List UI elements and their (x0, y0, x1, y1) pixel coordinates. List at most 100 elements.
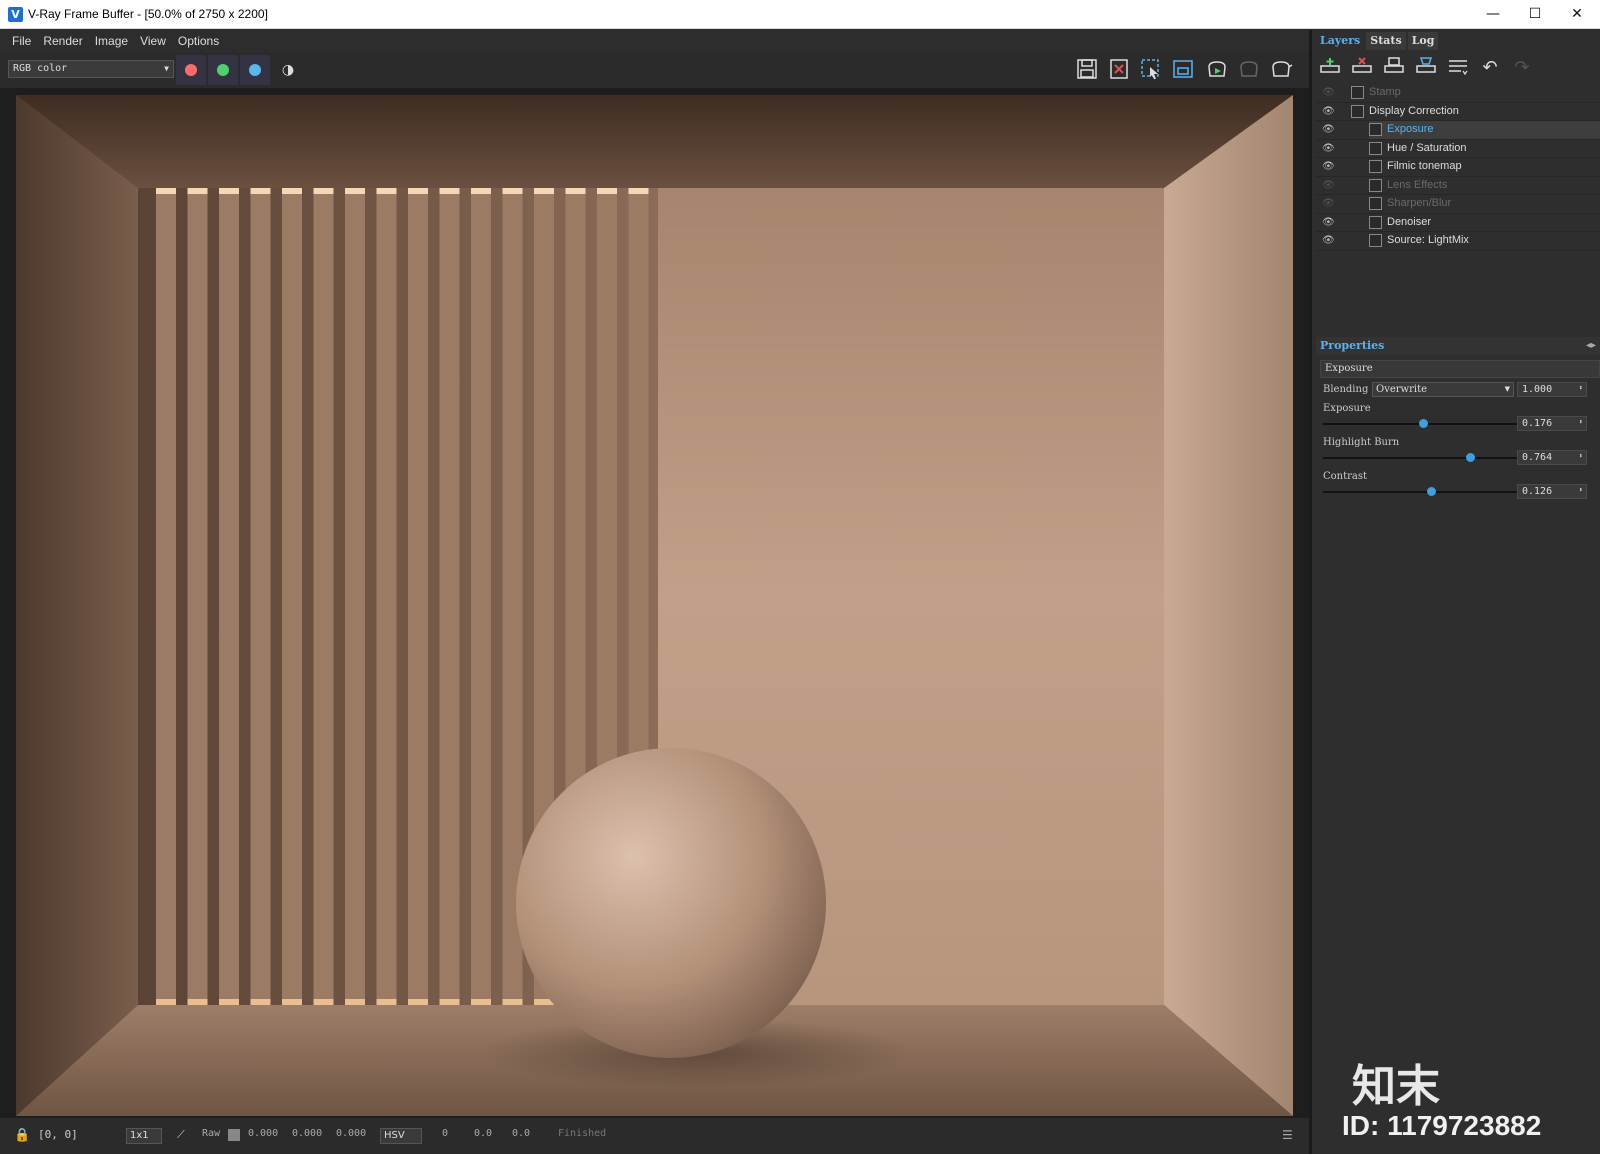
undo-icon[interactable]: ↶ (1478, 56, 1502, 80)
region-render-icon[interactable] (1139, 58, 1163, 82)
tab-layers[interactable]: Layers (1316, 32, 1365, 50)
sharpen-blur-icon (1369, 197, 1382, 210)
clear-image-icon[interactable] (1107, 58, 1131, 82)
colorspace-select[interactable]: HSV (380, 1128, 422, 1144)
layer-label: Display Correction (1369, 104, 1459, 117)
eye-icon[interactable]: 👁 (1322, 106, 1336, 117)
menu-options[interactable]: Options (172, 30, 225, 52)
lock-icon[interactable]: 🔒 (14, 1128, 30, 1143)
highlight-burn-slider-handle[interactable] (1466, 453, 1475, 462)
eye-icon[interactable]: 👁 (1322, 180, 1336, 191)
layer-label: Lens Effects (1387, 178, 1448, 191)
maximize-button[interactable]: ☐ (1512, 0, 1558, 28)
pin-icon[interactable]: ◂▸ (1586, 337, 1596, 355)
layer-label: Exposure (1387, 123, 1434, 135)
color-picker-icon[interactable]: ⟋ (177, 1128, 185, 1142)
red-channel-button[interactable] (176, 55, 206, 85)
layer-row[interactable]: 👁 Display Correction (1316, 103, 1600, 121)
exposure-label: Exposure (1323, 403, 1371, 414)
exposure-slider-handle[interactable] (1418, 419, 1428, 428)
render-region-icon[interactable] (1171, 58, 1195, 82)
minimize-button[interactable]: — (1470, 0, 1516, 28)
layer-row[interactable]: 👁 Hue / Saturation (1316, 140, 1600, 158)
stop-render-icon[interactable] (1237, 58, 1261, 82)
redo-icon[interactable]: ↷ (1510, 56, 1534, 80)
layer-row[interactable]: 👁 Filmic tonemap (1316, 158, 1600, 177)
watermark-brand: 知末 (1352, 1062, 1440, 1111)
channel-select[interactable]: RGB color ▼ (8, 60, 174, 78)
render-teapot-icon[interactable] (1269, 58, 1293, 82)
stamp-icon (1351, 86, 1364, 99)
mono-mode-icon[interactable]: ◑ (276, 58, 300, 82)
menu-file[interactable]: File (0, 30, 37, 52)
layer-list-icon[interactable] (1446, 56, 1470, 80)
highlight-burn-slider[interactable] (1323, 453, 1519, 462)
lens-effects-icon (1369, 178, 1382, 192)
layer-row[interactable]: 👁 Exposure (1316, 121, 1600, 140)
blending-mode-select[interactable]: Overwrite ▼ (1372, 382, 1514, 397)
menu-render[interactable]: Render (37, 30, 88, 52)
spinner-arrows-icon: ⬍ (1578, 384, 1583, 392)
properties-layer-name: Exposure (1320, 360, 1600, 378)
menu-image[interactable]: Image (89, 30, 134, 52)
zoom-select[interactable]: 1x1 (126, 1128, 162, 1144)
render-interactive-icon[interactable] (1205, 58, 1229, 82)
save-image-icon[interactable] (1075, 58, 1099, 82)
contrast-slider[interactable] (1323, 487, 1519, 496)
save-layers-icon[interactable] (1382, 56, 1406, 80)
eye-icon[interactable]: 👁 (1322, 143, 1336, 154)
eye-icon[interactable]: 👁 (1322, 161, 1336, 172)
pixel-g-value: 0.000 (292, 1128, 323, 1139)
tab-stats[interactable]: Stats (1366, 32, 1406, 50)
layer-row[interactable]: 👁 Stamp (1316, 84, 1600, 103)
pixel-s-value: 0.0 (474, 1128, 493, 1139)
blue-channel-button[interactable] (240, 55, 270, 85)
pixel-r-value: 0.000 (248, 1128, 279, 1139)
properties-header: Properties ◂▸ (1316, 337, 1600, 355)
layer-tree: 👁 Stamp 👁 Display Correction 👁 Exposure 👁 Hue /… (1316, 84, 1600, 251)
spinner-arrows-icon: ⬍ (1578, 452, 1583, 460)
highlight-burn-spinner[interactable]: 0.764 ⬍ (1517, 450, 1587, 465)
eye-icon[interactable]: 👁 (1322, 217, 1336, 228)
chevron-down-icon: ▼ (164, 64, 169, 73)
layer-label: Filmic tonemap (1387, 160, 1462, 172)
tab-log[interactable]: Log (1407, 32, 1439, 50)
layer-label: Source: LightMix (1387, 234, 1469, 246)
render-viewport[interactable] (0, 88, 1309, 1118)
layer-row[interactable]: 👁 Source: LightMix (1316, 232, 1600, 251)
exposure-slider[interactable] (1323, 419, 1519, 428)
title-bar: V V-Ray Frame Buffer - [50.0% of 2750 x … (0, 0, 1600, 29)
contrast-spinner[interactable]: 0.126 ⬍ (1517, 484, 1587, 499)
pixel-b-value: 0.000 (336, 1128, 367, 1139)
exposure-spinner[interactable]: 0.176 ⬍ (1517, 416, 1587, 431)
layer-row[interactable]: 👁 Sharpen/Blur (1316, 195, 1600, 214)
layer-label: Stamp (1369, 86, 1401, 98)
history-icon[interactable]: ☰ (1282, 1128, 1293, 1142)
menu-bar: File Render Image View Options (0, 30, 1309, 52)
lightmix-icon (1369, 234, 1382, 247)
load-layers-icon[interactable] (1414, 56, 1438, 80)
blending-mode-value: Overwrite (1376, 384, 1428, 395)
layer-toolbar: ↶ ↷ (1316, 54, 1596, 82)
layer-row[interactable]: 👁 Denoiser (1316, 214, 1600, 232)
wooden-sphere (516, 748, 826, 1058)
eye-icon[interactable]: 👁 (1322, 235, 1336, 246)
layer-row[interactable]: 👁 Lens Effects (1316, 177, 1600, 195)
menu-view[interactable]: View (134, 30, 172, 52)
contrast-slider-handle[interactable] (1426, 487, 1436, 496)
blending-amount-spinner[interactable]: 1.000 ⬍ (1517, 382, 1587, 397)
pixel-coords: [0, 0] (38, 1128, 78, 1141)
green-channel-button[interactable] (208, 55, 238, 85)
filmic-tonemap-icon (1369, 160, 1382, 173)
layer-label: Sharpen/Blur (1387, 197, 1452, 209)
eye-icon[interactable]: 👁 (1322, 87, 1336, 98)
add-layer-icon[interactable] (1318, 56, 1342, 80)
eye-icon[interactable]: 👁 (1322, 198, 1336, 209)
eye-icon[interactable]: 👁 (1322, 124, 1336, 135)
layer-label: Denoiser (1387, 215, 1432, 228)
close-button[interactable]: ✕ (1554, 0, 1600, 28)
contrast-value: 0.126 (1522, 486, 1553, 497)
display-correction-icon (1351, 104, 1364, 118)
layers-panel: Layers Stats Log ↶ ↷ 👁 Stamp 👁 Display Correc… (1309, 30, 1600, 1154)
delete-layer-icon[interactable] (1350, 56, 1374, 80)
